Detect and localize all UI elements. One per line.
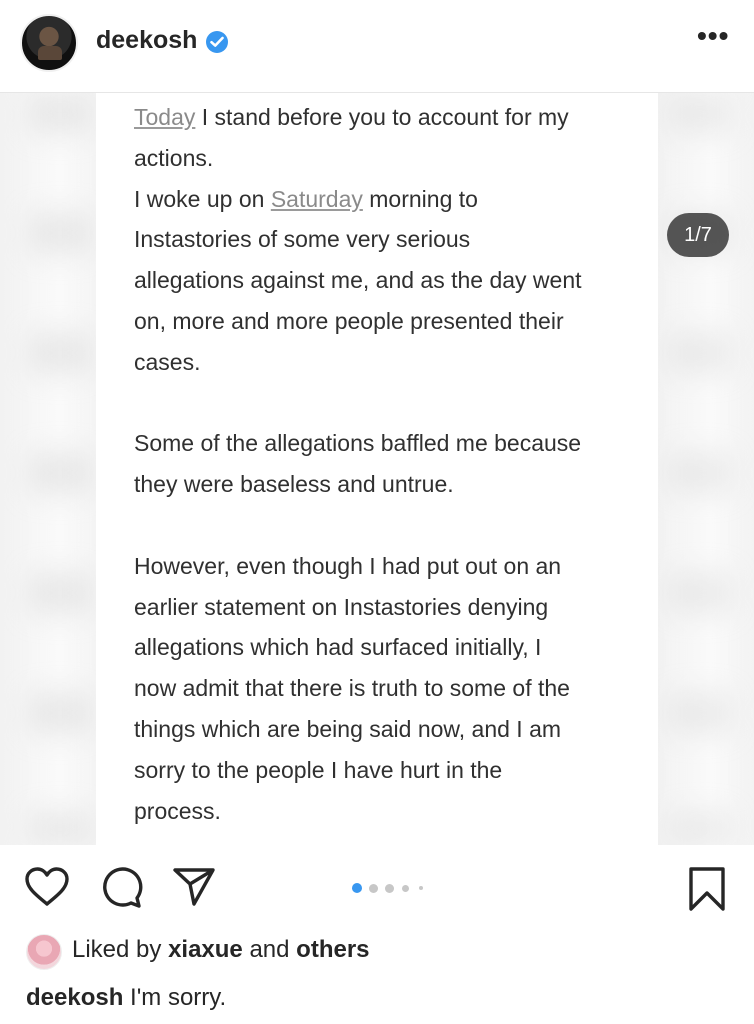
statement-text-segment: allegations which had surfaced initially… <box>134 634 542 661</box>
statement-text-segment: on, more and more people presented their <box>134 307 564 334</box>
statement-text-segment: actions. <box>134 144 214 171</box>
statement-text-segment: things which are being said now, and I a… <box>134 715 562 742</box>
liker-username-link[interactable]: xiaxue <box>168 936 243 963</box>
statement-text-segment: Some of the allegations baffled me becau… <box>134 430 582 457</box>
share-icon[interactable] <box>172 866 216 908</box>
caption-username-link[interactable]: deekosh <box>26 984 123 1011</box>
background-blur-right <box>670 93 730 845</box>
statement-paragraph: Some of the allegations baffled me becau… <box>134 423 634 505</box>
linked-date-text: Saturday <box>270 185 363 212</box>
profile-avatar[interactable] <box>20 14 78 72</box>
statement-text-segment: allegations against me, and as the day w… <box>134 267 582 294</box>
statement-text-segment: However, even though I had put out on an <box>134 552 562 579</box>
post-caption: deekosh I'm sorry. <box>26 984 226 1012</box>
caption-text: I'm sorry. <box>123 984 227 1011</box>
carousel-dot <box>401 884 409 892</box>
post-media[interactable]: Today I stand before you to account for … <box>0 93 754 845</box>
comment-icon[interactable] <box>99 866 143 910</box>
statement-text: Today I stand before you to account for … <box>134 97 634 831</box>
post-header: deekosh ••• <box>0 0 754 93</box>
carousel-dot <box>384 883 394 893</box>
linked-date-text: Today <box>134 104 196 130</box>
statement-paragraph: However, even though I had put out on an… <box>134 546 634 832</box>
carousel-dot <box>419 886 423 890</box>
statement-paragraph: Today I stand before you to account for … <box>134 97 634 383</box>
statement-text-segment: sorry to the people I have hurt in the <box>134 756 503 783</box>
statement-text-segment: Instastories of some very serious <box>134 226 471 253</box>
statement-image: Today I stand before you to account for … <box>96 93 658 845</box>
carousel-dot <box>368 883 378 893</box>
likes-text: Liked by xiaxue and others <box>72 936 370 963</box>
more-options-icon[interactable]: ••• <box>697 22 729 50</box>
statement-text-segment: I stand before you to account for my <box>195 104 569 130</box>
statement-text-segment: they were baseless and untrue. <box>134 471 454 498</box>
verified-badge-icon <box>206 31 228 53</box>
heart-icon[interactable] <box>24 866 70 908</box>
statement-text-segment: morning to <box>362 185 478 212</box>
statement-text-segment: I woke up on <box>134 185 271 212</box>
bookmark-icon[interactable] <box>688 866 726 912</box>
carousel-counter: 1/7 <box>667 213 729 257</box>
statement-text-segment: cases. <box>134 348 201 375</box>
statement-text-segment: earlier statement on Instastories denyin… <box>134 593 549 620</box>
liker-avatar[interactable] <box>26 934 62 970</box>
username-link[interactable]: deekosh <box>96 26 197 55</box>
likes-others-link[interactable]: others <box>296 936 369 963</box>
statement-text-segment: now admit that there is truth to some of… <box>134 675 570 702</box>
statement-text-segment: process. <box>134 797 221 824</box>
carousel-dot-active <box>352 883 362 893</box>
background-blur-left <box>30 93 90 845</box>
